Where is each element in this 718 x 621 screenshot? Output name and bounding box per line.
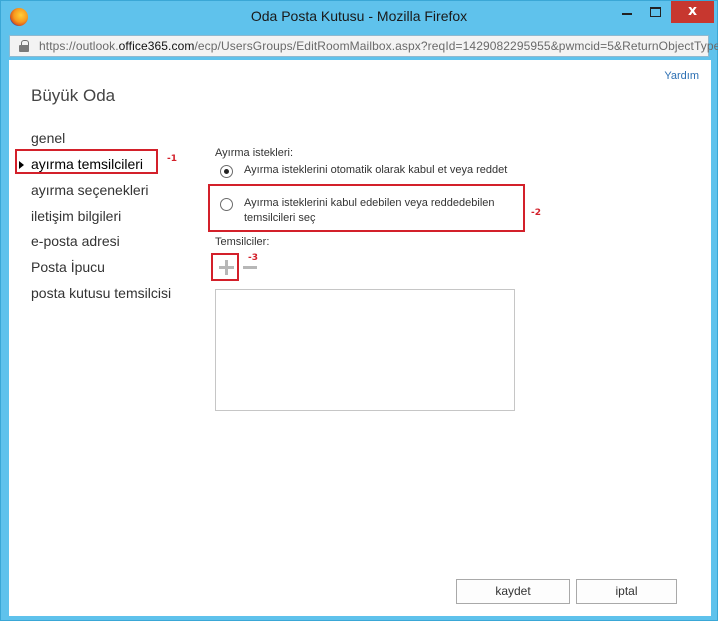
url-domain: office365.com [118, 39, 195, 53]
firefox-window: Oda Posta Kutusu - Mozilla Firefox x htt… [0, 0, 718, 621]
nav-item-general[interactable]: genel [31, 130, 65, 146]
window-title: Oda Posta Kutusu - Mozilla Firefox [250, 8, 468, 24]
nav-item-contact-info[interactable]: iletişim bilgileri [31, 208, 121, 224]
help-link[interactable]: Yardım [664, 70, 699, 82]
close-window-button[interactable]: x [671, 1, 714, 23]
booking-requests-label: Ayırma istekleri: [215, 147, 294, 159]
close-icon: x [687, 3, 698, 19]
annotation-marker-1: -1 [167, 154, 177, 164]
nav-item-mailbox-delegation[interactable]: posta kutusu temsilcisi [31, 285, 171, 301]
highlight-box-1 [15, 149, 158, 174]
minus-icon[interactable] [243, 266, 257, 269]
annotation-marker-2: -2 [531, 208, 541, 218]
url-text: https://outlook.office365.com/ecp/UsersG… [39, 39, 718, 53]
lock-icon [19, 40, 29, 52]
delegates-label: Temsilciler: [215, 236, 270, 248]
cancel-button[interactable]: iptal [576, 579, 677, 604]
url-path: /ecp/UsersGroups/EditRoomMailbox.aspx?re… [194, 39, 718, 53]
page-title: Büyük Oda [31, 86, 116, 105]
annotation-marker-3: -3 [248, 253, 258, 263]
dialog-content: Yardım Büyük Oda genel ayırma temsilcile… [9, 60, 711, 616]
maximize-button[interactable] [641, 1, 669, 23]
url-prefix: https://outlook. [39, 39, 119, 53]
delegates-list[interactable] [215, 289, 515, 411]
minimize-button[interactable] [613, 1, 641, 23]
nav-item-email-address[interactable]: e-posta adresi [31, 233, 120, 249]
auto-accept-radio[interactable] [220, 165, 233, 178]
nav-item-booking-options[interactable]: ayırma seçenekleri [31, 182, 149, 198]
nav-item-mail-tip[interactable]: Posta İpucu [31, 259, 105, 275]
highlight-box-2 [208, 184, 525, 232]
title-bar: Oda Posta Kutusu - Mozilla Firefox x [1, 1, 717, 33]
highlight-box-3 [211, 253, 239, 281]
address-bar[interactable]: https://outlook.office365.com/ecp/UsersG… [9, 35, 718, 57]
save-button[interactable]: kaydet [456, 579, 570, 604]
